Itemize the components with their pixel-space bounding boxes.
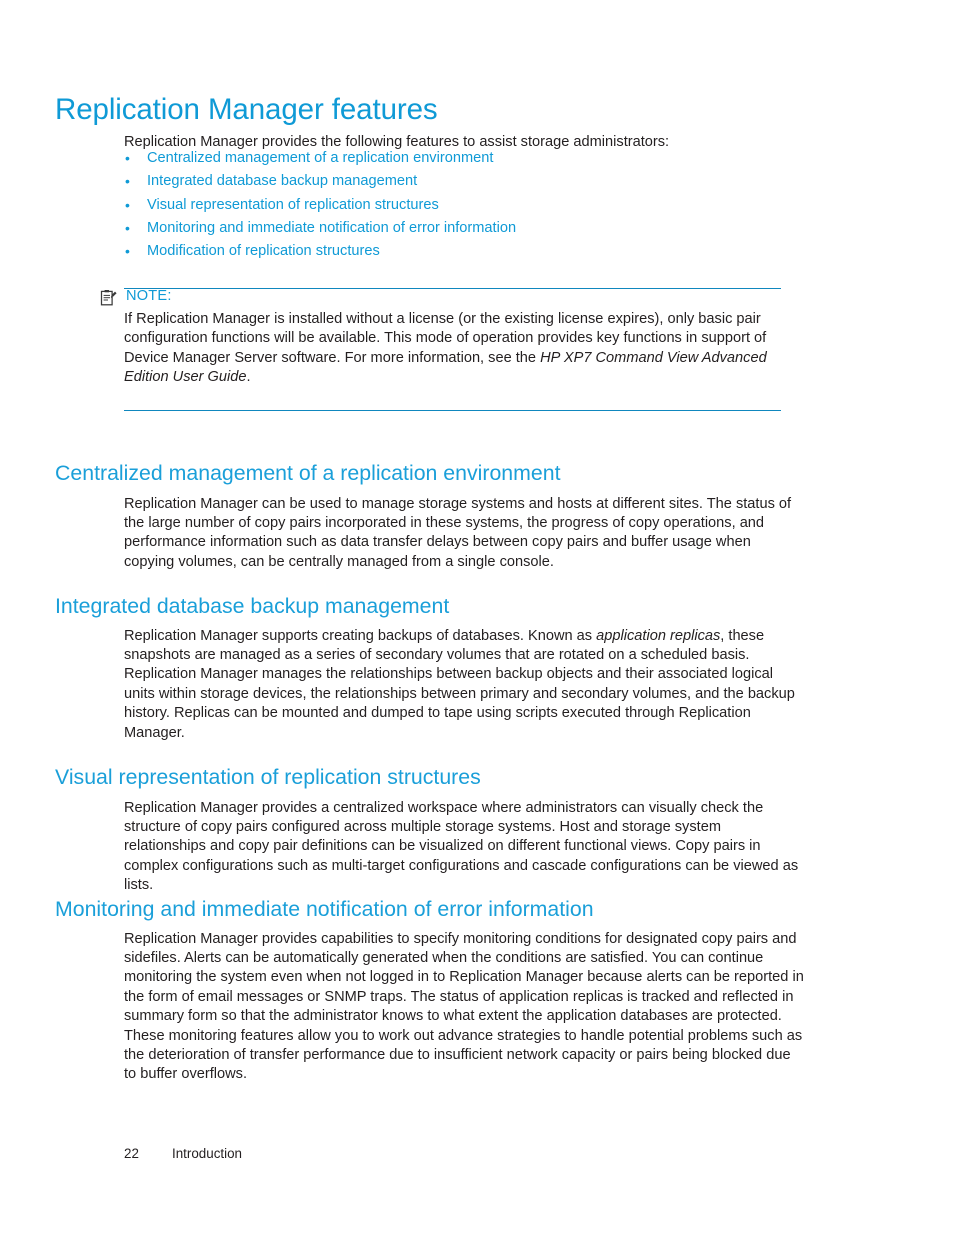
note-bottom-rule — [124, 410, 781, 412]
section-body-monitoring-notification: Replication Manager provides capabilitie… — [124, 930, 804, 1083]
footer-chapter-label: Introduction — [172, 1146, 242, 1161]
feature-link-label[interactable]: Visual representation of replication str… — [147, 197, 439, 213]
bullet-dot-icon: • — [125, 196, 130, 213]
feature-link-label[interactable]: Modification of replication structures — [147, 243, 380, 259]
section-heading-centralized-management: Centralized management of a replication … — [55, 460, 561, 485]
note-text-part2: . — [246, 369, 251, 386]
document-page: Replication Manager features Replication… — [0, 0, 954, 1235]
feature-link-label[interactable]: Centralized management of a replication … — [147, 150, 493, 166]
bullet-dot-icon: • — [125, 150, 130, 166]
note-top-rule — [124, 288, 781, 290]
note-label: NOTE: — [126, 288, 172, 304]
feature-link-label[interactable]: Monitoring and immediate notification of… — [147, 220, 516, 236]
bullet-dot-icon: • — [125, 219, 130, 236]
list-item[interactable]: • Centralized management of a replicatio… — [124, 147, 814, 170]
section-heading-monitoring-notification: Monitoring and immediate notification of… — [55, 896, 594, 921]
section-body-visual-representation: Replication Manager provides a centraliz… — [124, 799, 799, 894]
list-item[interactable]: • Visual representation of replication s… — [124, 194, 814, 217]
section-body-centralized-management: Replication Manager can be used to manag… — [124, 495, 792, 570]
page-footer: 22 Introduction — [124, 1145, 242, 1163]
feature-link-label[interactable]: Integrated database backup management — [147, 173, 417, 189]
section-body-part1: Replication Manager supports creating ba… — [124, 627, 597, 644]
section-body-integrated-database-backup: Replication Manager supports creating ba… — [124, 627, 804, 743]
bullet-dot-icon: • — [125, 243, 130, 260]
section-body-part2: , these snapshots are managed as a serie… — [124, 627, 795, 741]
section-heading-visual-representation: Visual representation of replication str… — [55, 764, 481, 789]
section-body-italic-term: application replicas — [596, 627, 721, 644]
list-item[interactable]: • Modification of replication structures — [124, 240, 814, 263]
note-clipboard-pencil-icon — [100, 289, 118, 307]
list-item[interactable]: • Monitoring and immediate notification … — [124, 217, 814, 240]
bullet-dot-icon: • — [125, 173, 130, 190]
footer-page-number: 22 — [124, 1146, 139, 1161]
note-body: If Replication Manager is installed with… — [124, 310, 784, 388]
feature-link-list: • Centralized management of a replicatio… — [124, 147, 814, 263]
page-title: Replication Manager features — [55, 92, 438, 126]
section-heading-integrated-database-backup: Integrated database backup management — [55, 593, 450, 618]
list-item[interactable]: • Integrated database backup management — [124, 170, 814, 193]
